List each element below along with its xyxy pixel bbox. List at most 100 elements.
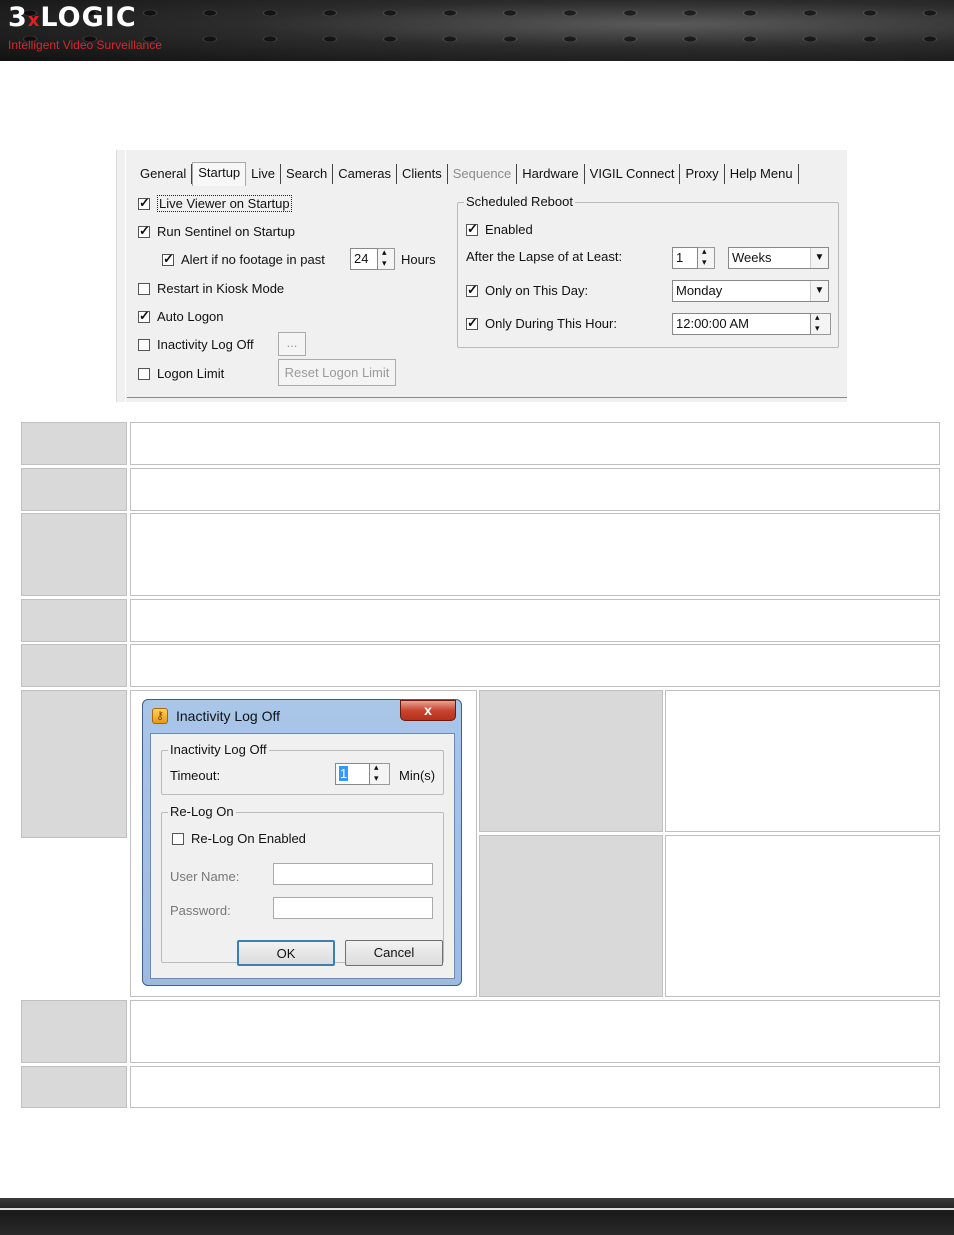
only-day-label: Only on This Day:	[485, 283, 589, 298]
table-desc-cell	[130, 599, 940, 642]
alert-hours-input[interactable]: 24	[350, 248, 378, 270]
key-icon: ⚷	[152, 708, 168, 724]
chevron-down-icon[interactable]: ▼	[810, 281, 828, 301]
run-sentinel-option[interactable]: Run Sentinel on Startup	[138, 223, 296, 239]
table-desc-cell	[130, 644, 940, 687]
tab-vigil-connect[interactable]: VIGIL Connect	[585, 164, 681, 184]
logo-tagline: Intelligent Video Surveillance	[8, 38, 162, 52]
dialog-title: Inactivity Log Off	[176, 708, 281, 724]
tab-general[interactable]: General	[135, 164, 193, 184]
table-desc-cell	[130, 513, 940, 596]
alert-footage-option[interactable]: Alert if no footage in past	[162, 251, 325, 267]
table-desc-cell	[130, 1066, 940, 1108]
live-viewer-option[interactable]: Live Viewer on Startup	[138, 195, 292, 212]
tab-hardware[interactable]: Hardware	[517, 164, 585, 184]
timeout-unit: Min(s)	[399, 768, 436, 783]
logon-limit-label: Logon Limit	[157, 366, 225, 381]
logon-limit-checkbox[interactable]	[138, 368, 150, 380]
tab-startup[interactable]: Startup	[192, 162, 247, 186]
day-select[interactable]: Monday ▼	[672, 280, 829, 302]
table-label-cell	[21, 513, 127, 596]
tab-clients[interactable]: Clients	[397, 164, 448, 184]
table-sublabel-cell	[479, 690, 663, 832]
timeout-label: Timeout:	[170, 768, 221, 783]
table-desc-cell	[130, 422, 940, 465]
dialog-body: Inactivity Log Off Timeout: 1 Min(s) Re-…	[150, 733, 455, 979]
alert-hours-spin-icon[interactable]	[378, 247, 395, 270]
alert-footage-label: Alert if no footage in past	[181, 252, 325, 267]
lapse-stepper[interactable]: 1	[672, 246, 715, 269]
table-desc-cell	[130, 468, 940, 511]
hour-input[interactable]: 12:00:00 AM	[672, 313, 811, 335]
live-viewer-label: Live Viewer on Startup	[157, 195, 292, 212]
hour-spin-icon[interactable]	[811, 312, 831, 335]
kiosk-checkbox[interactable]	[138, 283, 150, 295]
chevron-down-icon[interactable]: ▼	[810, 248, 828, 268]
lapse-spin-icon[interactable]	[698, 246, 715, 269]
password-field[interactable]	[273, 897, 433, 919]
tab-cameras[interactable]: Cameras	[333, 164, 397, 184]
auto-logon-checkbox[interactable]	[138, 308, 150, 324]
kiosk-option[interactable]: Restart in Kiosk Mode	[138, 281, 284, 296]
timeout-spin-icon[interactable]	[370, 762, 390, 785]
close-button[interactable]: x	[400, 700, 456, 721]
only-hour-option[interactable]: Only During This Hour:	[466, 315, 617, 331]
only-hour-checkbox[interactable]	[466, 315, 478, 331]
live-viewer-checkbox[interactable]	[138, 195, 150, 211]
logo: 3xLOGIC	[8, 2, 137, 33]
inactivity-group-legend: Inactivity Log Off	[168, 742, 269, 757]
timeout-input[interactable]: 1	[335, 763, 370, 785]
tab-proxy[interactable]: Proxy	[680, 164, 725, 184]
table-label-cell	[21, 1000, 127, 1063]
timeout-stepper[interactable]: 1	[335, 762, 390, 785]
only-day-option[interactable]: Only on This Day:	[466, 282, 589, 298]
only-day-checkbox[interactable]	[466, 282, 478, 298]
reboot-enabled-option[interactable]: Enabled	[466, 221, 533, 237]
scheduled-reboot-legend: Scheduled Reboot	[464, 194, 575, 209]
table-label-cell	[21, 1066, 127, 1108]
username-label: User Name:	[170, 869, 240, 884]
inactivity-option[interactable]: Inactivity Log Off	[138, 337, 254, 352]
inactivity-dialog: ⚷ Inactivity Log Off x Inactivity Log Of…	[142, 699, 462, 986]
startup-settings-panel: General Startup Live Search Cameras Clie…	[116, 150, 847, 402]
alert-hours-unit: Hours	[401, 252, 436, 267]
auto-logon-label: Auto Logon	[157, 309, 224, 324]
table-subdesc-cell	[665, 835, 940, 997]
run-sentinel-label: Run Sentinel on Startup	[157, 224, 296, 239]
inactivity-settings-button[interactable]: ...	[278, 332, 306, 356]
relog-label: Re-Log On Enabled	[191, 831, 306, 846]
relog-option[interactable]: Re-Log On Enabled	[172, 831, 306, 846]
username-field[interactable]	[273, 863, 433, 885]
inactivity-checkbox[interactable]	[138, 339, 150, 351]
table-sublabel-cell	[479, 835, 663, 997]
tab-search[interactable]: Search	[281, 164, 334, 184]
reboot-enabled-checkbox[interactable]	[466, 221, 478, 237]
table-label-cell	[21, 599, 127, 642]
tab-live[interactable]: Live	[246, 164, 282, 184]
reset-logon-limit-button[interactable]: Reset Logon Limit	[278, 359, 396, 386]
run-sentinel-checkbox[interactable]	[138, 223, 150, 239]
password-label: Password:	[170, 903, 231, 918]
table-subdesc-cell	[665, 690, 940, 832]
cancel-button[interactable]: Cancel	[345, 940, 443, 966]
header-banner: 3xLOGIC Intelligent Video Surveillance	[0, 0, 954, 61]
table-label-cell	[21, 468, 127, 511]
footer-divider	[0, 1208, 954, 1210]
hour-stepper[interactable]: 12:00:00 AM	[672, 312, 831, 335]
logon-limit-option[interactable]: Logon Limit	[138, 366, 224, 381]
table-label-cell	[21, 644, 127, 687]
ok-button[interactable]: OK	[237, 940, 335, 966]
alert-footage-checkbox[interactable]	[162, 251, 174, 267]
kiosk-label: Restart in Kiosk Mode	[157, 281, 285, 296]
auto-logon-option[interactable]: Auto Logon	[138, 308, 224, 324]
alert-hours-stepper[interactable]: 24	[350, 247, 395, 270]
tab-bar: General Startup Live Search Cameras Clie…	[135, 162, 799, 186]
lapse-input[interactable]: 1	[672, 247, 698, 269]
table-label-cell	[21, 422, 127, 465]
only-hour-label: Only During This Hour:	[485, 316, 617, 331]
relog-checkbox[interactable]	[172, 833, 184, 845]
tab-help-menu[interactable]: Help Menu	[725, 164, 799, 184]
reboot-enabled-label: Enabled	[485, 222, 533, 237]
lapse-unit-select[interactable]: Weeks ▼	[728, 247, 829, 269]
footer-banner	[0, 1198, 954, 1235]
